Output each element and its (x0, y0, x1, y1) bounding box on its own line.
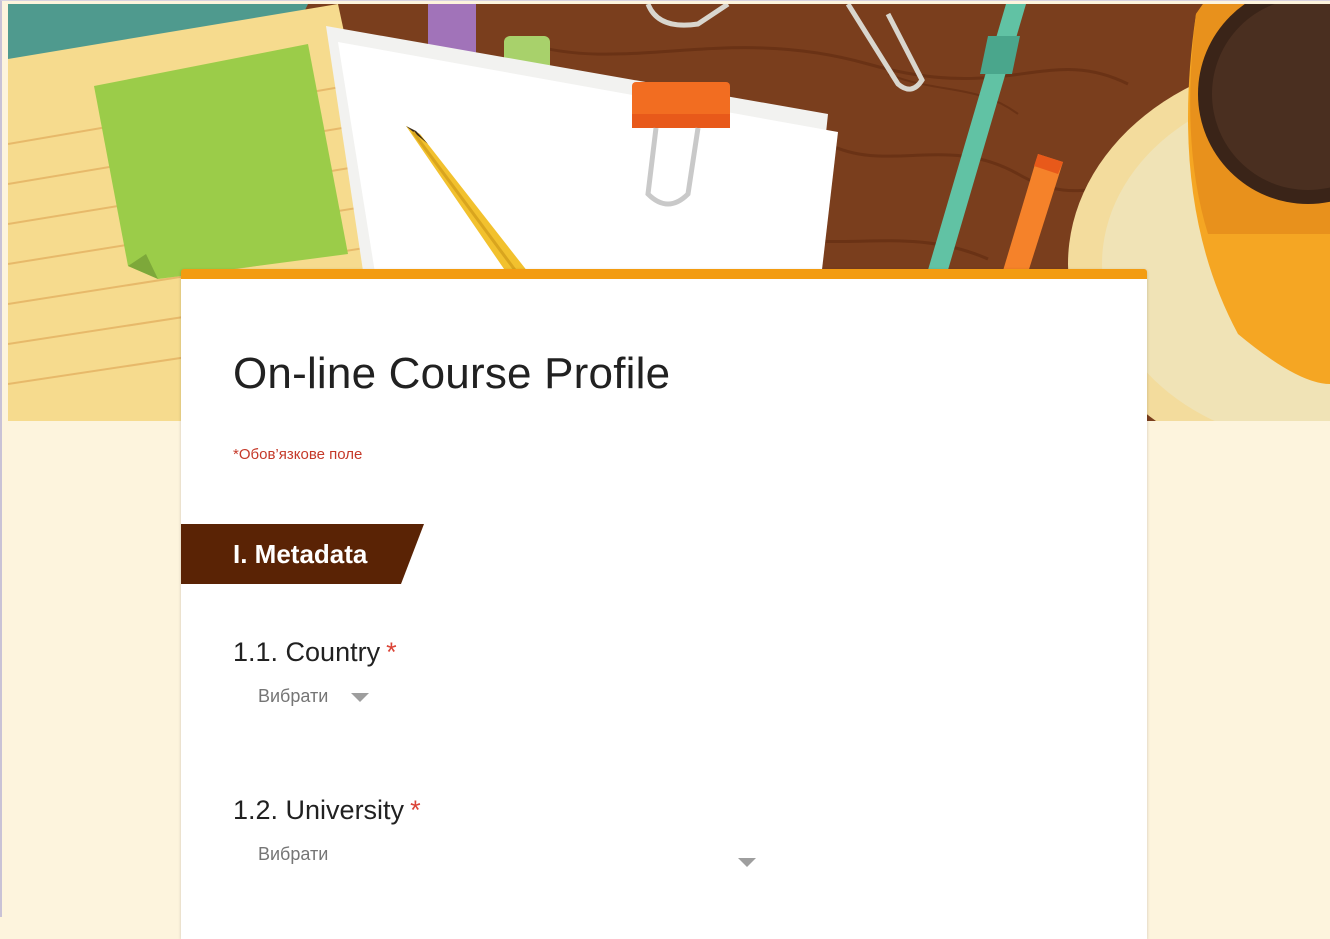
required-asterisk: * (386, 637, 397, 667)
dropdown-placeholder: Вибрати (258, 843, 329, 864)
section-header: I. Metadata (181, 524, 424, 584)
chevron-down-icon (351, 686, 370, 707)
required-asterisk: * (410, 795, 421, 825)
question-university: 1.2. University * Вибрати (233, 795, 756, 867)
required-field-note: *Обов’язкове поле (233, 446, 363, 463)
section-title: I. Metadata (233, 539, 368, 569)
dropdown-placeholder: Вибрати (258, 685, 329, 706)
question-country: 1.1. Country * Вибрати (233, 637, 397, 706)
university-dropdown[interactable]: Вибрати (258, 843, 758, 867)
question-label: 1.2. University (233, 795, 405, 825)
chevron-down-icon (738, 851, 756, 872)
form-card: On-line Course Profile *Обов’язкове поле… (181, 269, 1147, 939)
question-label: 1.1. Country (233, 637, 381, 667)
form-title: On-line Course Profile (233, 349, 671, 398)
country-dropdown[interactable]: Вибрати (258, 685, 370, 707)
